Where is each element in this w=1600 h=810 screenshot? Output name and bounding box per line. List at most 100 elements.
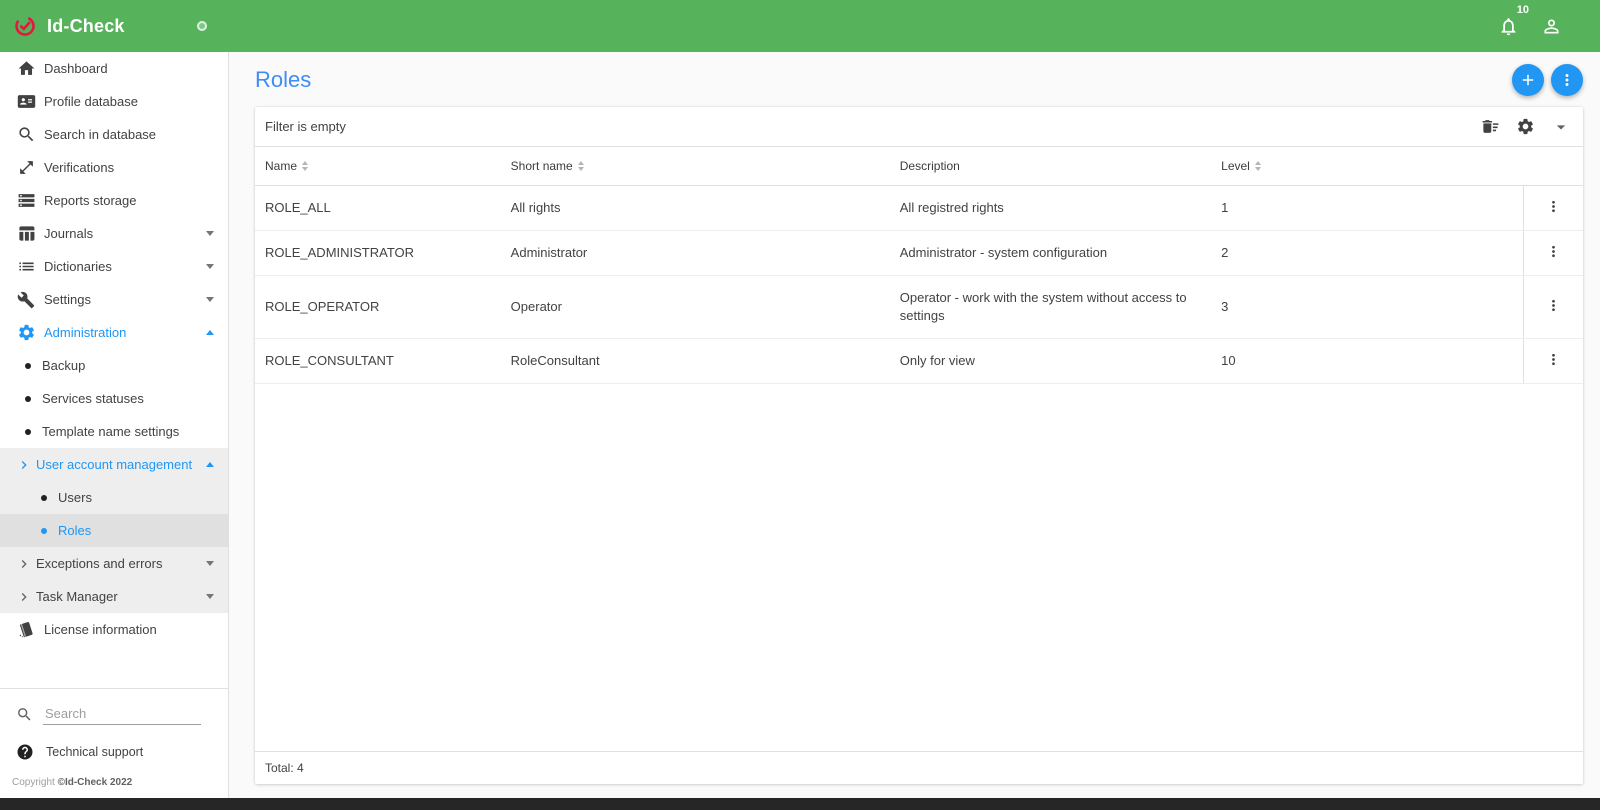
chevron-right-icon (16, 457, 32, 473)
plus-icon (1519, 71, 1537, 89)
expand-arrows-icon (16, 158, 36, 178)
sidebar-item-profile-database[interactable]: Profile database (0, 85, 228, 118)
chevron-down-icon (206, 594, 214, 599)
cell-short-name: Operator (500, 275, 890, 339)
sidebar-item-settings[interactable]: Settings (0, 283, 228, 316)
sidebar-item-administration[interactable]: Administration (0, 316, 228, 349)
sidebar-bottom: Technical support Copyright ©Id-Check 20… (0, 688, 228, 798)
bullet-icon (25, 362, 31, 369)
sidebar-item-reports-storage[interactable]: Reports storage (0, 184, 228, 217)
cell-name: ROLE_CONSULTANT (255, 338, 501, 384)
cell-description: All registred rights (889, 185, 1212, 231)
sort-icon (302, 161, 309, 171)
gear-icon (16, 323, 36, 343)
sidebar-item-exceptions-and-errors[interactable]: Exceptions and errors (0, 547, 228, 580)
cell-actions (1522, 230, 1583, 276)
sidebar-search-input[interactable] (43, 703, 201, 725)
chevron-down-icon (206, 561, 214, 566)
sidebar-item-verifications[interactable]: Verifications (0, 151, 228, 184)
cell-short-name: Administrator (500, 230, 890, 276)
app-title: Id-Check (47, 15, 125, 36)
column-header-description[interactable]: Description (889, 147, 1212, 186)
cell-actions (1522, 185, 1583, 231)
person-icon (1541, 16, 1562, 37)
sidebar-item-users[interactable]: Users (0, 481, 228, 514)
top-bar: Id-Check 10 (0, 0, 1600, 52)
table-row[interactable]: ROLE_CONSULTANT RoleConsultant Only for … (255, 338, 1583, 384)
clear-filter-button[interactable] (1481, 117, 1500, 136)
panel-spacer (255, 384, 1583, 751)
table-row[interactable]: ROLE_OPERATOR Operator Operator - work w… (255, 275, 1583, 339)
chevron-right-icon (16, 589, 32, 605)
roles-table: Name Short name Description Level ROLE_A… (255, 147, 1583, 384)
chevron-down-icon (206, 264, 214, 269)
sidebar-item-search-in-database[interactable]: Search in database (0, 118, 228, 151)
bullet-icon (25, 428, 31, 435)
row-menu-button[interactable] (1543, 295, 1564, 316)
cell-description: Only for view (889, 338, 1212, 384)
page-header: Roles (255, 52, 1583, 107)
column-header-name[interactable]: Name (255, 147, 501, 186)
cell-short-name: RoleConsultant (500, 338, 890, 384)
help-icon (16, 743, 34, 761)
sidebar-item-journals[interactable]: Journals (0, 217, 228, 250)
page-menu-button[interactable] (1551, 63, 1583, 96)
book-icon (16, 620, 36, 640)
row-menu-button[interactable] (1543, 196, 1564, 217)
bell-icon (1498, 16, 1519, 37)
cell-actions (1522, 338, 1583, 384)
wrench-icon (16, 290, 36, 310)
table-row[interactable]: ROLE_ALL All rights All registred rights… (255, 185, 1583, 231)
cell-name: ROLE_OPERATOR (255, 275, 501, 339)
kebab-icon (1558, 71, 1576, 89)
total-count: Total: 4 (265, 761, 304, 775)
sidebar-item-services-statuses[interactable]: Services statuses (0, 382, 228, 415)
topbar-actions: 10 (1498, 4, 1600, 37)
chevron-up-icon (206, 330, 214, 335)
sidebar-item-license-information[interactable]: License information (0, 613, 228, 646)
chevron-down-icon (206, 297, 214, 302)
notifications-button[interactable]: 10 (1498, 4, 1529, 37)
sidebar-toggle-icon[interactable] (197, 21, 207, 31)
sidebar-search (0, 689, 228, 731)
main-content: Roles Filter is empty Name Short name De… (229, 52, 1600, 798)
cell-description: Operator - work with the system without … (889, 275, 1212, 339)
bullet-icon (25, 395, 31, 402)
row-menu-button[interactable] (1543, 349, 1564, 370)
cell-level: 3 (1211, 275, 1524, 339)
page-title: Roles (255, 66, 312, 92)
brand: Id-Check (0, 0, 229, 52)
cell-level: 1 (1211, 185, 1524, 231)
technical-support-link[interactable]: Technical support (0, 731, 228, 773)
column-header-actions (1523, 147, 1583, 186)
cell-short-name: All rights (500, 185, 890, 231)
column-header-short-name[interactable]: Short name (500, 147, 890, 186)
sidebar-item-roles[interactable]: Roles (0, 514, 228, 547)
search-icon (16, 706, 33, 723)
sidebar: Dashboard Profile database Search in dat… (0, 52, 229, 798)
expand-filter-button[interactable] (1551, 117, 1571, 137)
cell-description: Administrator - system configuration (889, 230, 1212, 276)
cell-actions (1522, 275, 1583, 339)
sidebar-item-user-account-management[interactable]: User account management (0, 448, 228, 481)
row-menu-button[interactable] (1543, 241, 1564, 262)
sidebar-item-dashboard[interactable]: Dashboard (0, 52, 228, 85)
cell-level: 2 (1211, 230, 1524, 276)
bottom-bar (0, 798, 1600, 810)
column-header-level[interactable]: Level (1211, 147, 1524, 186)
sidebar-item-task-manager[interactable]: Task Manager (0, 580, 228, 613)
sidebar-item-template-name-settings[interactable]: Template name settings (0, 415, 228, 448)
user-account-button[interactable] (1541, 16, 1562, 37)
sidebar-item-backup[interactable]: Backup (0, 349, 228, 382)
notification-count-badge: 10 (1516, 3, 1529, 16)
app-logo-icon (13, 14, 37, 38)
search-icon (16, 125, 36, 145)
chevron-up-icon (206, 462, 214, 467)
add-role-button[interactable] (1512, 63, 1544, 96)
storage-icon (16, 191, 36, 211)
cell-name: ROLE_ALL (255, 185, 501, 231)
sidebar-item-dictionaries[interactable]: Dictionaries (0, 250, 228, 283)
table-settings-button[interactable] (1516, 117, 1535, 136)
table-row[interactable]: ROLE_ADMINISTRATOR Administrator Adminis… (255, 230, 1583, 276)
bullet-icon (41, 494, 47, 501)
